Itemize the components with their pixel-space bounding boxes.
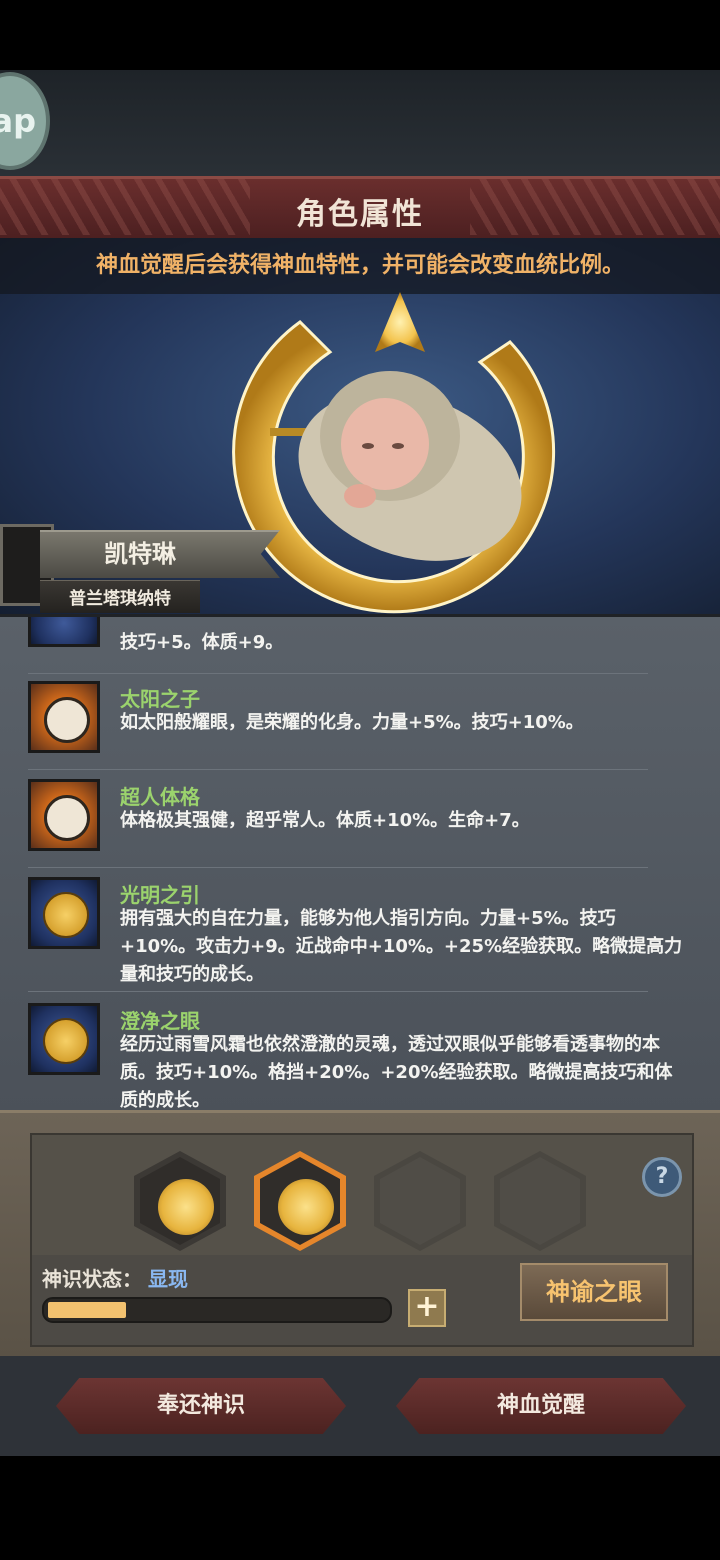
divider	[28, 867, 648, 868]
add-button[interactable]: +	[408, 1289, 446, 1327]
gold-medallion-icon	[28, 877, 100, 949]
divider	[28, 769, 648, 770]
trait-name: 太阳之子	[120, 687, 200, 711]
status-label: 神识状态：	[42, 1267, 142, 1291]
divine-emblem-icon	[278, 1179, 334, 1235]
divine-sense-inner: ? 神识状态： 显现 + 神谕之眼	[30, 1133, 694, 1347]
divine-slot-4[interactable]	[494, 1151, 586, 1251]
blood-awaken-button[interactable]: 神血觉醒	[396, 1378, 686, 1434]
status-value: 显现	[148, 1267, 188, 1291]
trait-name: 超人体格	[120, 785, 200, 809]
divine-emblem-icon	[158, 1179, 214, 1235]
title-banner: 角色属性	[0, 176, 720, 244]
oracle-eye-button[interactable]: 神谕之眼	[520, 1263, 668, 1321]
divine-slot-2[interactable]	[254, 1151, 346, 1251]
help-icon[interactable]: ?	[642, 1157, 682, 1197]
trait-name: 光明之引	[120, 883, 200, 907]
progress-fill	[48, 1302, 126, 1318]
blue-emblem-icon	[28, 617, 100, 647]
character-origin: 普兰塔琪纳特	[69, 589, 171, 609]
trait-desc: 技巧+5。体质+9。	[120, 632, 284, 653]
trait-name: 澄净之眼	[120, 1009, 200, 1033]
smiling-sun-icon	[28, 779, 100, 851]
character-name: 凯特琳	[104, 540, 176, 568]
game-screen: ap 角色属性 神血觉醒后会获得神血特性，并可能会改变血统比例。 凯特琳 普兰塔…	[0, 0, 720, 1560]
baby-portrait-icon	[298, 371, 522, 561]
return-divine-sense-button[interactable]: 奉还神识	[56, 1378, 346, 1434]
ap-label: ap	[0, 102, 36, 140]
character-nameplate: 凯特琳 普兰塔琪纳特	[0, 524, 290, 614]
smiling-sun-icon	[28, 681, 100, 753]
trait-desc: 如太阳般耀眼，是荣耀的化身。力量+5%。技巧+10%。	[120, 712, 584, 733]
divider	[28, 673, 648, 674]
trait-desc: 经历过雨雪风霜也依然澄澈的灵魂，透过双眼似乎能够看透事物的本质。技巧+10%。格…	[120, 1034, 673, 1111]
slot-row: ?	[32, 1135, 692, 1255]
divider	[28, 991, 648, 992]
trait-desc: 拥有强大的自在力量，能够为他人指引方向。力量+5%。技巧+10%。攻击力+9。近…	[120, 908, 683, 985]
divine-slot-1[interactable]	[134, 1151, 226, 1251]
character-portrait-area: 神血觉醒后会获得神血特性，并可能会改变血统比例。 凯特琳 普兰塔琪纳特	[0, 238, 720, 618]
divine-sense-progress	[42, 1297, 392, 1323]
divine-slot-3[interactable]	[374, 1151, 466, 1251]
gold-medallion-icon	[28, 1003, 100, 1075]
divine-sense-panel: ? 神识状态： 显现 + 神谕之眼	[0, 1110, 720, 1359]
trait-desc: 体格极其强健，超乎常人。体质+10%。生命+7。	[120, 810, 530, 831]
top-bar	[0, 70, 720, 176]
footer-actions: 奉还神识 神血觉醒	[0, 1356, 720, 1456]
page-title: 角色属性	[296, 197, 424, 232]
trait-list[interactable]: 技巧+5。体质+9。 太阳之子 如太阳般耀眼，是荣耀的化身。力量+5%。技巧+1…	[0, 614, 720, 1113]
